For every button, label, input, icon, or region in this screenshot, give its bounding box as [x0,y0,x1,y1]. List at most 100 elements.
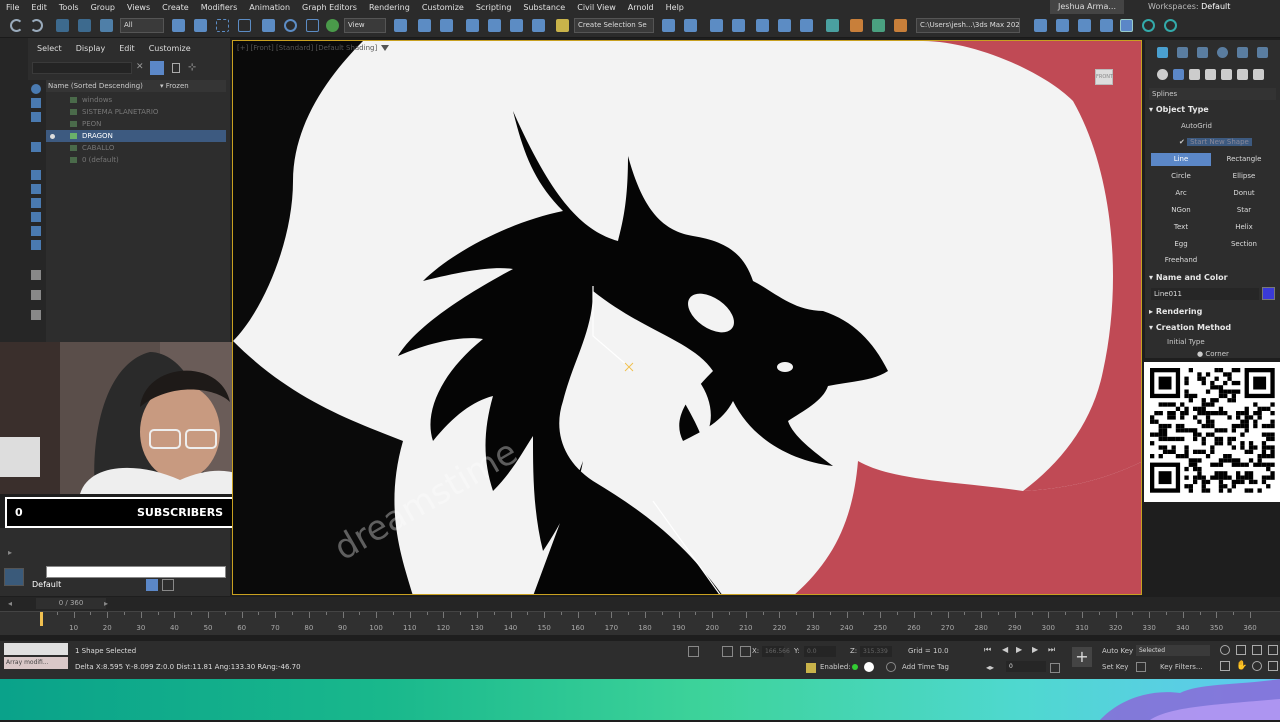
layer-manager-icon[interactable] [4,568,24,586]
freehand-button[interactable]: Freehand [1151,254,1211,267]
section-button[interactable]: Section [1214,238,1274,251]
create-tab-icon[interactable] [1157,47,1168,58]
set-key-icon[interactable]: + [1072,647,1092,667]
snap-icon[interactable] [466,19,479,32]
viewport-label[interactable]: [+] [Front] [Standard] [Default Shading] [237,44,377,52]
auto-key-button[interactable]: Auto Key [1102,647,1133,655]
frozen-column-header[interactable]: ▾ Frozen [160,80,189,92]
viewcube[interactable]: FRONT [1095,69,1113,85]
unlink-icon[interactable] [78,19,91,32]
isolate-selection-icon[interactable] [688,646,699,657]
link-icon[interactable] [56,19,69,32]
geometry-category-icon[interactable] [1157,69,1168,80]
lights-filter-icon[interactable] [31,170,41,180]
set-key-button[interactable]: Set Key [1102,663,1128,671]
menu-rendering[interactable]: Rendering [363,3,416,12]
y-coordinate-field[interactable]: 0.0 [804,646,836,657]
star-button[interactable]: Star [1214,204,1274,217]
menu-customize[interactable]: Customize [416,3,470,12]
current-frame-field[interactable]: 0 [1006,661,1046,672]
menu-animation[interactable]: Animation [243,3,296,12]
mirror-icon[interactable] [662,19,675,32]
autogrid-checkbox[interactable]: AutoGrid [1181,122,1212,130]
display-none-icon[interactable] [31,84,41,94]
current-layer[interactable]: Default [32,580,61,589]
menu-file[interactable]: File [0,3,25,12]
zoom-all-icon[interactable] [1236,645,1246,655]
go-to-start-icon[interactable]: ⏮ [984,645,991,655]
layout-toggle-icon[interactable] [1120,19,1133,32]
undo-icon[interactable] [10,19,23,32]
scene-list-header[interactable]: Name (Sorted Descending) ▾ Frozen [46,80,226,92]
tab-display[interactable]: Display [69,44,113,53]
toggle-ribbon-icon[interactable] [756,19,769,32]
sync-icon[interactable] [1142,19,1155,32]
key-filter-icon[interactable] [1136,662,1146,672]
adaptive-degradation-icon[interactable] [806,663,816,673]
helix-button[interactable]: Helix [1214,221,1274,234]
scene-row-selected[interactable]: DRAGON [46,130,226,142]
menu-tools[interactable]: Tools [53,3,85,12]
zoom-extents-icon[interactable] [1252,645,1262,655]
layer-list-icon[interactable] [146,579,158,591]
time-tag-circle-icon[interactable] [886,662,896,672]
z-coordinate-field[interactable]: 315.339 [860,646,892,657]
rendering-rollout[interactable]: ▸ Rendering [1149,306,1280,318]
start-new-shape-checkbox[interactable]: ✔ Start New Shape [1179,138,1252,146]
rendered-frame-icon[interactable] [872,19,885,32]
render-icon[interactable] [894,19,907,32]
reference-coord-dropdown[interactable]: View [344,18,386,33]
viewport-filter-icon[interactable] [381,45,389,51]
space-warps-category-icon[interactable] [1237,69,1248,80]
x-coordinate-field[interactable]: 166.566 [762,646,790,657]
move-icon[interactable] [262,19,275,32]
keyboard-shortcut-icon[interactable] [440,19,453,32]
scale-icon[interactable] [306,19,319,32]
arc-button[interactable]: Arc [1151,187,1211,200]
helpers-category-icon[interactable] [1221,69,1232,80]
selection-filter-dropdown[interactable]: All [120,18,164,33]
manipulate-icon[interactable] [418,19,431,32]
timeline-ruler[interactable]: 10 20 30 40 50 60 70 80 90 100 110 120 130 140 150 160 1… [0,611,1280,635]
zoom-extents-all-icon[interactable] [1268,645,1278,655]
systems-category-icon[interactable] [1253,69,1264,80]
project-path-field[interactable]: C:\Users\jesh...\3ds Max 202 [916,18,1020,33]
containers-filter-icon[interactable] [31,290,41,300]
scene-search-input[interactable] [32,62,132,74]
current-frame-marker[interactable] [40,612,43,626]
cameras-filter-icon[interactable] [31,184,41,194]
menu-views[interactable]: Views [121,3,156,12]
window-crossing-icon[interactable] [238,19,251,32]
render-setup-icon[interactable] [850,19,863,32]
object-type-rollout[interactable]: ▾ Object Type [1149,104,1280,116]
open-file-icon[interactable] [1056,19,1069,32]
recent-files-icon[interactable] [1100,19,1113,32]
curve-editor-icon[interactable] [778,19,791,32]
menu-graph-editors[interactable]: Graph Editors [296,3,363,12]
key-mode-icon[interactable]: ◂▸ [986,663,994,672]
angle-snap-icon[interactable] [488,19,501,32]
key-mode-dropdown[interactable]: Selected [1136,645,1210,656]
field-of-view-icon[interactable] [1220,661,1230,671]
material-editor-icon[interactable] [826,19,839,32]
frozen-filter-icon[interactable] [31,310,41,320]
egg-button[interactable]: Egg [1151,238,1211,251]
circle-button[interactable]: Circle [1151,170,1211,183]
lock-icon[interactable] [172,63,180,73]
object-name-input[interactable]: Line011 [1151,288,1259,300]
select-by-name-icon[interactable] [194,19,207,32]
workspace-selector[interactable]: Workspaces: Default [1148,0,1230,14]
time-tag-icon[interactable] [864,662,874,672]
shapes-category-icon[interactable] [1173,69,1184,80]
menu-scripting[interactable]: Scripting [470,3,518,12]
maxscript-mini-listener[interactable]: Array modifi... [4,657,68,669]
named-selection-dropdown[interactable]: Create Selection Se [574,18,654,33]
go-to-end-icon[interactable]: ⏭ [1048,645,1055,655]
time-slider[interactable]: ◂ 0 / 360 ▸ [0,597,1280,611]
layer-settings-icon[interactable] [162,579,174,591]
display-tab-icon[interactable] [1237,47,1248,58]
orbit-icon[interactable] [1252,661,1262,671]
scene-row[interactable]: PEON [46,118,226,130]
schematic-view-icon[interactable] [800,19,813,32]
scene-row[interactable]: CABALLO [46,142,226,154]
